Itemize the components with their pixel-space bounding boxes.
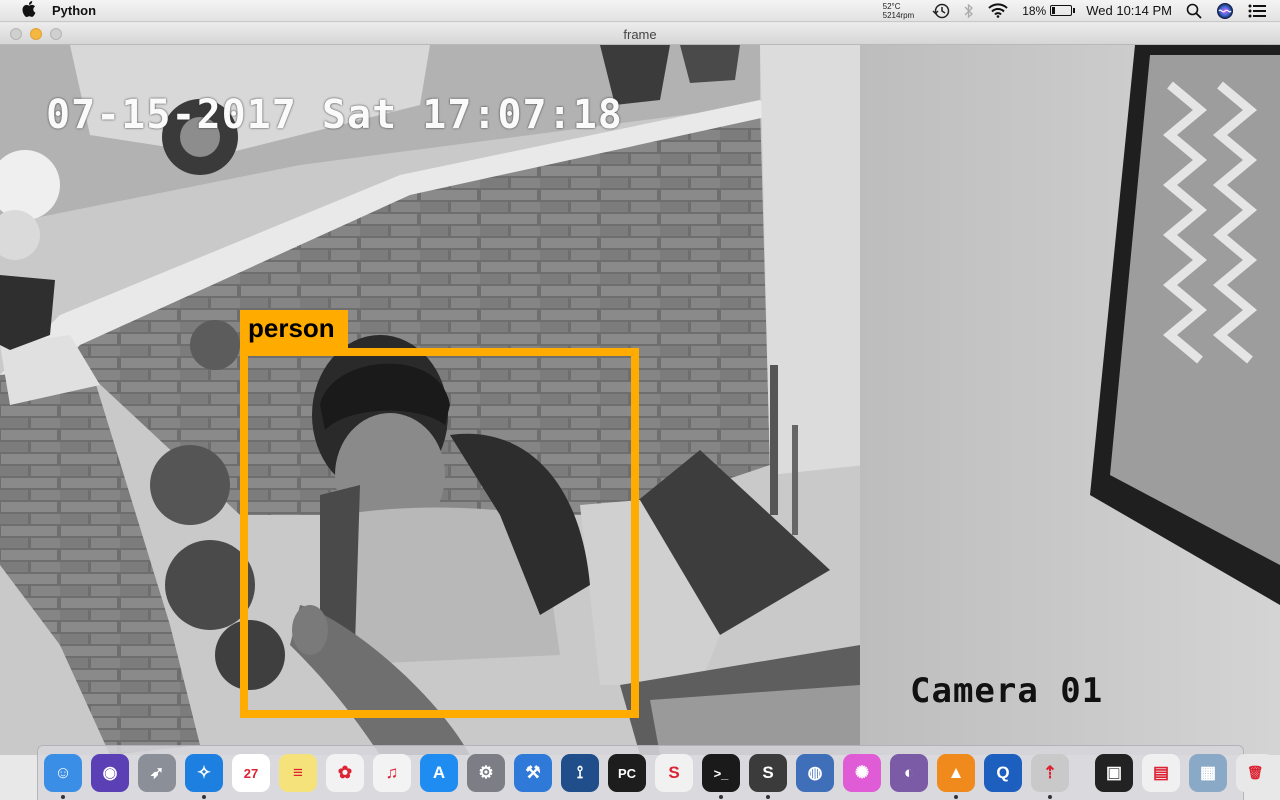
spotlight-search-icon[interactable]: [1186, 3, 1202, 19]
terminal-icon: >_: [713, 765, 729, 781]
siri-icon[interactable]: [1216, 2, 1234, 20]
running-indicator: [61, 795, 65, 799]
dock-item-app-store[interactable]: A: [420, 754, 458, 792]
dock: ☺ ◉ ➶ ✧ 27 ≡ ✿ ♫ A ⚙ ⚒ ⟟ PC S >_ S ◍ ✺ ◐ ▲ Q ⇡ ▣ ▤ ▦ 🗑: [37, 745, 1274, 800]
dock-item-kraken[interactable]: ✺: [843, 754, 881, 792]
compass-icon: ✧: [196, 763, 212, 782]
dock-item-recent-preview[interactable]: ▦: [1189, 754, 1227, 792]
bluetooth-icon[interactable]: [964, 3, 974, 19]
temperature-monitor[interactable]: 52°C 5214rpm: [883, 2, 915, 20]
dock-item-launchpad[interactable]: ➶: [138, 754, 176, 792]
dock-item-network-radar[interactable]: ◍: [796, 754, 834, 792]
wifi-icon[interactable]: [988, 3, 1008, 18]
cone-icon: ▲: [947, 763, 965, 782]
gear-icon: ⚙: [478, 763, 494, 782]
detection-label: person: [240, 310, 348, 350]
battery-percent: 18%: [1022, 3, 1047, 18]
dock-item-sublime-merge[interactable]: S: [655, 754, 693, 792]
dock-item-sourcetree[interactable]: ⟟: [561, 754, 599, 792]
menu-bar: Python 52°C 5214rpm 18% Wed 10:14 PM: [0, 0, 1280, 22]
fan-speed-readout: 5214rpm: [882, 10, 915, 20]
dock-item-pycharm[interactable]: PC: [608, 754, 646, 792]
running-indicator: [954, 795, 958, 799]
notes-icon: ≡: [293, 763, 303, 782]
app-store-icon: A: [432, 763, 446, 782]
running-indicator: [766, 795, 770, 799]
octopus-icon: ✺: [854, 763, 870, 782]
quicktime-icon: Q: [996, 763, 1010, 782]
dock-item-siri[interactable]: ◉: [91, 754, 129, 792]
menu-clock[interactable]: Wed 10:14 PM: [1086, 3, 1172, 18]
hammer-icon: ⚒: [525, 763, 541, 782]
app-name-menu[interactable]: Python: [52, 3, 96, 18]
battery-status[interactable]: 18%: [1022, 3, 1076, 18]
dock-item-xcode[interactable]: ⚒: [514, 754, 552, 792]
tree-icon: ⟟: [576, 763, 584, 782]
running-indicator: [719, 795, 723, 799]
pycharm-icon: PC: [617, 765, 637, 781]
dock-item-quicktime[interactable]: Q: [984, 754, 1022, 792]
dock-item-sublime-text[interactable]: S: [749, 754, 787, 799]
s-icon: S: [668, 763, 680, 782]
dock-item-calendar[interactable]: 27: [232, 754, 270, 792]
dock-item-safari[interactable]: ✧: [185, 754, 223, 799]
photos-icon: ✿: [337, 763, 353, 782]
globe-icon: ◍: [807, 763, 823, 782]
preview-icon: ▦: [1199, 763, 1217, 782]
dock-item-itunes[interactable]: ♫: [373, 754, 411, 792]
dock-item-python-launcher[interactable]: ⇡: [1031, 754, 1069, 799]
dock-item-finder[interactable]: ☺: [44, 754, 82, 799]
running-indicator: [1048, 795, 1052, 799]
onion-icon: ◐: [903, 763, 915, 782]
dock-item-photos[interactable]: ✿: [326, 754, 364, 792]
sublime-icon: S: [762, 763, 774, 782]
screenshot-icon: ▤: [1152, 763, 1170, 782]
dock-item-recent-screenshot[interactable]: ▤: [1142, 754, 1180, 792]
terminal-window-icon: ▣: [1105, 763, 1123, 782]
dock-item-terminal[interactable]: >_: [702, 754, 740, 799]
dock-item-tor-browser[interactable]: ◐: [890, 754, 928, 792]
dock-item-trash[interactable]: 🗑: [1236, 754, 1274, 792]
siri-icon: ◉: [102, 763, 118, 782]
time-machine-icon[interactable]: [932, 3, 950, 19]
battery-icon: [1050, 5, 1076, 16]
camera-label-overlay: Camera 01: [910, 671, 1104, 711]
python-rocket-icon: ⇡: [1042, 763, 1058, 782]
dock-item-system-preferences[interactable]: ⚙: [467, 754, 505, 792]
calendar-icon: 27: [243, 765, 259, 781]
dock-item-notes[interactable]: ≡: [279, 754, 317, 792]
dock-item-recent-terminal-window[interactable]: ▣: [1095, 754, 1133, 792]
apple-menu-icon[interactable]: [22, 0, 38, 21]
cctv-scene-image: [0, 45, 1280, 755]
status-area: 52°C 5214rpm 18% Wed 10:14 PM: [883, 0, 1280, 22]
trash-icon: 🗑: [1246, 765, 1264, 780]
notification-center-icon[interactable]: [1248, 4, 1266, 18]
dock-item-vlc[interactable]: ▲: [937, 754, 975, 799]
finder-icon: ☺: [54, 763, 72, 782]
video-frame: 07-15-2017 Sat 17:07:18 Camera 01 person: [0, 45, 1280, 755]
music-icon: ♫: [385, 763, 399, 782]
detection-bounding-box: [240, 348, 639, 718]
rocket-icon: ➶: [149, 763, 165, 782]
running-indicator: [202, 795, 206, 799]
timestamp-overlay: 07-15-2017 Sat 17:07:18: [46, 92, 623, 138]
window-titlebar[interactable]: frame: [0, 23, 1280, 45]
temperature-readout: 52°C: [882, 1, 901, 11]
window-title: frame: [623, 27, 657, 42]
